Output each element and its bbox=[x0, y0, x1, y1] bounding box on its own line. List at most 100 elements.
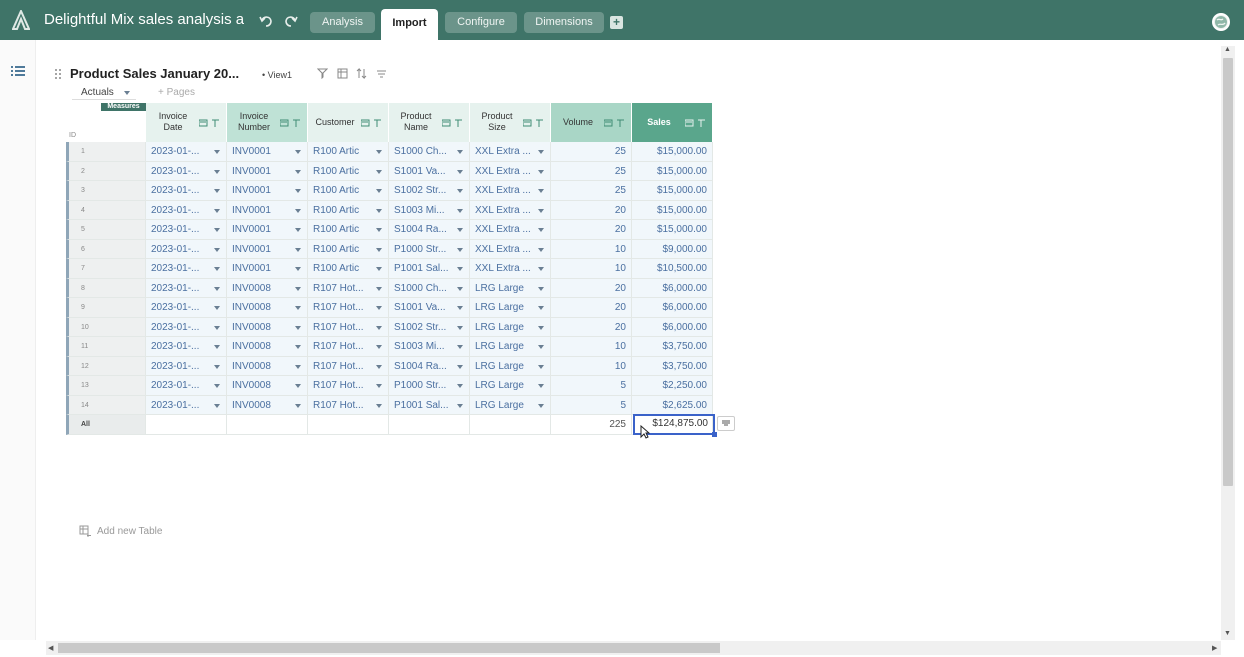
column-header-product-size[interactable]: Product Size bbox=[470, 103, 551, 142]
row-id-cell[interactable]: 8 bbox=[66, 278, 146, 298]
cell-invoice-number[interactable]: INV0008 bbox=[227, 356, 308, 376]
cell-product-name[interactable]: S1003 Mi... bbox=[389, 337, 470, 357]
cell-product-size[interactable]: LRG Large bbox=[470, 356, 551, 376]
cell-customer[interactable]: R100 Artic bbox=[308, 142, 389, 162]
total-cell-volume[interactable]: 225 bbox=[551, 415, 632, 435]
drag-handle-icon[interactable] bbox=[55, 69, 61, 79]
row-id-cell[interactable]: 14 bbox=[66, 395, 146, 415]
table-row[interactable]: 1 2023-01-... INV0001 R100 Artic S1000 Ch...… bbox=[66, 142, 714, 162]
total-cell-product-size[interactable] bbox=[470, 415, 551, 435]
table-row[interactable]: 3 2023-01-... INV0001 R100 Artic S1002 Str..… bbox=[66, 181, 714, 201]
cell-volume[interactable]: 5 bbox=[551, 376, 632, 396]
avatar[interactable] bbox=[1212, 13, 1230, 31]
chevron-down-icon[interactable] bbox=[295, 150, 301, 154]
cell-customer[interactable]: R100 Artic bbox=[308, 181, 389, 201]
chevron-down-icon[interactable] bbox=[376, 169, 382, 174]
row-id-cell[interactable]: 5 bbox=[66, 220, 146, 240]
tab-dimensions[interactable]: Dimensions bbox=[524, 12, 604, 33]
cell-product-size[interactable]: XXL Extra ... bbox=[470, 161, 551, 181]
chevron-down-icon[interactable] bbox=[376, 267, 382, 271]
column-header-invoice-date[interactable]: Invoice Date bbox=[146, 103, 227, 142]
row-id-cell[interactable]: 10 bbox=[66, 317, 146, 337]
cell-sales[interactable]: $6,000.00 bbox=[632, 298, 713, 318]
chevron-down-icon[interactable] bbox=[457, 403, 463, 408]
pivot-icon[interactable] bbox=[337, 68, 348, 79]
cell-invoice-date[interactable]: 2023-01-... bbox=[146, 220, 227, 240]
cell-sales[interactable]: $3,750.00 bbox=[632, 337, 713, 357]
chevron-down-icon[interactable] bbox=[376, 325, 382, 330]
chevron-down-icon[interactable] bbox=[376, 228, 382, 232]
chevron-down-icon[interactable] bbox=[295, 247, 301, 252]
cell-sales[interactable]: $2,250.00 bbox=[632, 376, 713, 396]
scroll-right-arrow[interactable]: ▶ bbox=[1212, 644, 1217, 652]
row-id-cell[interactable]: 3 bbox=[66, 181, 146, 201]
chevron-down-icon[interactable] bbox=[214, 169, 220, 174]
cell-volume[interactable]: 20 bbox=[551, 298, 632, 318]
cell-volume[interactable]: 5 bbox=[551, 395, 632, 415]
row-id-cell[interactable]: 6 bbox=[66, 239, 146, 259]
chevron-down-icon[interactable] bbox=[457, 306, 463, 310]
row-id-cell[interactable]: 11 bbox=[66, 337, 146, 357]
cell-invoice-date[interactable]: 2023-01-... bbox=[146, 337, 227, 357]
chevron-down-icon[interactable] bbox=[295, 306, 301, 310]
chevron-down-icon[interactable] bbox=[295, 325, 301, 330]
sort-icon[interactable] bbox=[356, 68, 367, 79]
chevron-down-icon[interactable] bbox=[457, 345, 463, 349]
cell-invoice-number[interactable]: INV0001 bbox=[227, 142, 308, 162]
cell-volume[interactable]: 20 bbox=[551, 220, 632, 240]
horizontal-scrollbar[interactable]: ◀ ▶ bbox=[46, 641, 1221, 655]
cell-invoice-number[interactable]: INV0008 bbox=[227, 395, 308, 415]
table-row[interactable]: 12 2023-01-... INV0008 R107 Hot... S1004 Ra.… bbox=[66, 356, 714, 376]
chevron-down-icon[interactable] bbox=[538, 306, 544, 310]
chevron-down-icon[interactable] bbox=[538, 247, 544, 252]
chevron-down-icon[interactable] bbox=[376, 150, 382, 154]
add-pages-button[interactable]: + Pages bbox=[158, 87, 195, 98]
cell-invoice-number[interactable]: INV0001 bbox=[227, 220, 308, 240]
chevron-down-icon[interactable] bbox=[538, 286, 544, 291]
chevron-down-icon[interactable] bbox=[214, 325, 220, 330]
total-cell-invoice-date[interactable] bbox=[146, 415, 227, 435]
chevron-down-icon[interactable] bbox=[376, 189, 382, 193]
cell-product-name[interactable]: P1001 Sal... bbox=[389, 259, 470, 279]
column-header-product-name[interactable]: Product Name bbox=[389, 103, 470, 142]
chevron-down-icon[interactable] bbox=[376, 384, 382, 388]
chevron-down-icon[interactable] bbox=[214, 150, 220, 154]
cell-sales[interactable]: $15,000.00 bbox=[632, 220, 713, 240]
cell-product-name[interactable]: S1004 Ra... bbox=[389, 220, 470, 240]
cell-sales[interactable]: $3,750.00 bbox=[632, 356, 713, 376]
cell-product-size[interactable]: LRG Large bbox=[470, 278, 551, 298]
cell-product-name[interactable]: S1001 Va... bbox=[389, 161, 470, 181]
cell-product-size[interactable]: XXL Extra ... bbox=[470, 259, 551, 279]
chevron-down-icon[interactable] bbox=[538, 267, 544, 271]
cell-volume[interactable]: 10 bbox=[551, 239, 632, 259]
chevron-down-icon[interactable] bbox=[214, 228, 220, 232]
chevron-down-icon[interactable] bbox=[457, 267, 463, 271]
cell-invoice-number[interactable]: INV0008 bbox=[227, 298, 308, 318]
total-row[interactable]: All 225 bbox=[66, 415, 714, 435]
vertical-scrollbar[interactable]: ▲ ▼ bbox=[1221, 46, 1235, 640]
cell-volume[interactable]: 20 bbox=[551, 278, 632, 298]
scroll-up-arrow[interactable]: ▲ bbox=[1224, 46, 1231, 53]
chevron-down-icon[interactable] bbox=[457, 208, 463, 213]
cell-volume[interactable]: 25 bbox=[551, 161, 632, 181]
cell-customer[interactable]: R107 Hot... bbox=[308, 298, 389, 318]
cell-volume[interactable]: 10 bbox=[551, 356, 632, 376]
chevron-down-icon[interactable] bbox=[214, 208, 220, 213]
options-icon[interactable] bbox=[376, 68, 387, 79]
cell-customer[interactable]: R100 Artic bbox=[308, 259, 389, 279]
table-row[interactable]: 5 2023-01-... INV0001 R100 Artic S1004 Ra...… bbox=[66, 220, 714, 240]
cell-product-size[interactable]: XXL Extra ... bbox=[470, 142, 551, 162]
row-id-cell[interactable]: 4 bbox=[66, 200, 146, 220]
cell-invoice-number[interactable]: INV0001 bbox=[227, 239, 308, 259]
cell-invoice-date[interactable]: 2023-01-... bbox=[146, 317, 227, 337]
row-id-cell[interactable]: 9 bbox=[66, 298, 146, 318]
total-cell-invoice-number[interactable] bbox=[227, 415, 308, 435]
tab-configure[interactable]: Configure bbox=[445, 12, 517, 33]
chevron-down-icon[interactable] bbox=[295, 267, 301, 271]
cell-product-name[interactable]: P1001 Sal... bbox=[389, 395, 470, 415]
cell-product-name[interactable]: S1000 Ch... bbox=[389, 142, 470, 162]
scroll-down-arrow[interactable]: ▼ bbox=[1224, 630, 1231, 637]
row-id-cell[interactable]: 1 bbox=[66, 142, 146, 162]
table-row[interactable]: 7 2023-01-... INV0001 R100 Artic P1001 Sal..… bbox=[66, 259, 714, 279]
cell-sales[interactable]: $15,000.00 bbox=[632, 200, 713, 220]
